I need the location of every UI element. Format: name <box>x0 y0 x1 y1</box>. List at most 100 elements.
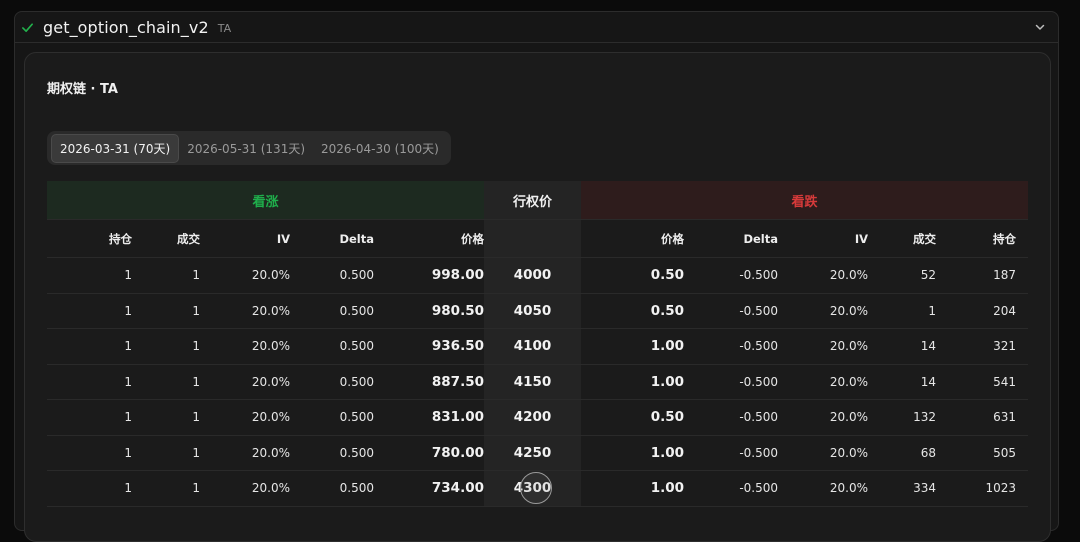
call-price-cell: 936.50 <box>431 338 484 355</box>
tool-badge: TA <box>217 21 232 35</box>
call-price-cell: 831.00 <box>431 409 484 426</box>
put-delta-cell: -0.500 <box>739 303 778 318</box>
put-volume-cell: 1 <box>928 303 936 318</box>
table-row: 1 1 20.0% 0.500 780.00 4250 1.00 -0.500 20.0% 68 5… <box>47 435 1028 471</box>
put-iv-cell: 20.0% <box>829 268 868 283</box>
option-chain-table: 看涨 行权价 看跌 持仓 成交 IV Delta 价格 价格 Delta IV … <box>47 181 1028 507</box>
put-price-cell: 1.00 <box>650 480 684 497</box>
call-delta-cell: 0.500 <box>339 339 374 354</box>
call-iv-cell: 20.0% <box>251 481 290 496</box>
put-volume-cell: 14 <box>920 374 936 389</box>
call-oi-cell: 1 <box>124 410 132 425</box>
option-chain-card: 期权链 · TA 2026-03-31 (70天) 2026-05-31 (13… <box>24 52 1051 542</box>
put-volume-cell: 334 <box>913 481 936 496</box>
header-put-oi: 持仓 <box>993 231 1016 246</box>
table-row: 1 1 20.0% 0.500 936.50 4100 1.00 -0.500 20.0% 14 3… <box>47 329 1028 365</box>
call-iv-cell: 20.0% <box>251 268 290 283</box>
header-put-iv: IV <box>854 231 868 246</box>
group-header-row: 看涨 行权价 看跌 <box>47 181 1028 220</box>
table-body: 1 1 20.0% 0.500 998.00 4000 0.50 -0.500 20.0% 52 1… <box>47 258 1028 507</box>
call-volume-cell: 1 <box>192 268 200 283</box>
put-volume-cell: 68 <box>920 445 936 460</box>
call-oi-cell: 1 <box>124 339 132 354</box>
put-iv-cell: 20.0% <box>829 339 868 354</box>
call-iv-cell: 20.0% <box>251 445 290 460</box>
call-price-cell: 780.00 <box>431 444 484 461</box>
header-put-price: 价格 <box>661 231 684 246</box>
put-price-cell: 0.50 <box>650 267 684 284</box>
put-iv-cell: 20.0% <box>829 374 868 389</box>
call-price-cell: 887.50 <box>431 373 484 390</box>
header-call-iv: IV <box>276 231 290 246</box>
put-oi-cell: 321 <box>993 339 1016 354</box>
put-iv-cell: 20.0% <box>829 481 868 496</box>
table-row: 1 1 20.0% 0.500 980.50 4050 0.50 -0.500 20.0% 1 20… <box>47 293 1028 329</box>
tab-expiry-2[interactable]: 2026-04-30 (100天) <box>313 135 447 162</box>
tool-call-panel: get_option_chain_v2 TA 期权链 · TA 2026-03-… <box>14 11 1059 542</box>
call-delta-cell: 0.500 <box>339 410 374 425</box>
call-volume-cell: 1 <box>192 410 200 425</box>
table-row: 1 1 20.0% 0.500 998.00 4000 0.50 -0.500 20.0% 52 1… <box>47 258 1028 294</box>
tab-expiry-1[interactable]: 2026-05-31 (131天) <box>179 135 313 162</box>
put-delta-cell: -0.500 <box>739 481 778 496</box>
strike-cell: 4050 <box>484 293 581 328</box>
header-strike <box>484 220 581 257</box>
call-iv-cell: 20.0% <box>251 410 290 425</box>
header-call-volume: 成交 <box>177 231 200 246</box>
put-price-cell: 1.00 <box>650 444 684 461</box>
strike-cell: 4250 <box>484 435 581 470</box>
call-group-label: 看涨 <box>47 181 484 219</box>
column-header-row: 持仓 成交 IV Delta 价格 价格 Delta IV 成交 持仓 <box>47 220 1028 258</box>
put-volume-cell: 132 <box>913 410 936 425</box>
put-delta-cell: -0.500 <box>739 268 778 283</box>
call-delta-cell: 0.500 <box>339 445 374 460</box>
put-iv-cell: 20.0% <box>829 410 868 425</box>
call-price-cell: 980.50 <box>431 302 484 319</box>
put-oi-cell: 1023 <box>985 481 1016 496</box>
put-group-label: 看跌 <box>581 181 1028 219</box>
chevron-down-icon[interactable] <box>1034 20 1048 34</box>
header-call-oi: 持仓 <box>109 231 132 246</box>
call-delta-cell: 0.500 <box>339 481 374 496</box>
strike-cell: 4100 <box>484 329 581 364</box>
strike-cell: 4200 <box>484 400 581 435</box>
header-call-price: 价格 <box>461 231 484 246</box>
tab-expiry-0[interactable]: 2026-03-31 (70天) <box>51 133 180 163</box>
put-iv-cell: 20.0% <box>829 445 868 460</box>
put-price-cell: 1.00 <box>650 338 684 355</box>
call-volume-cell: 1 <box>192 339 200 354</box>
call-volume-cell: 1 <box>192 481 200 496</box>
put-delta-cell: -0.500 <box>739 374 778 389</box>
header-call-delta: Delta <box>339 231 374 246</box>
tool-call-header[interactable]: get_option_chain_v2 TA <box>15 12 1058 43</box>
header-put-delta: Delta <box>743 231 778 246</box>
call-volume-cell: 1 <box>192 303 200 318</box>
call-delta-cell: 0.500 <box>339 303 374 318</box>
strike-group-label: 行权价 <box>484 181 581 219</box>
put-volume-cell: 52 <box>920 268 936 283</box>
call-iv-cell: 20.0% <box>251 374 290 389</box>
tool-name: get_option_chain_v2 <box>43 17 209 37</box>
call-volume-cell: 1 <box>192 374 200 389</box>
call-iv-cell: 20.0% <box>251 339 290 354</box>
call-oi-cell: 1 <box>124 268 132 283</box>
put-oi-cell: 541 <box>993 374 1016 389</box>
call-oi-cell: 1 <box>124 445 132 460</box>
strike-cell: 4000 <box>484 258 581 293</box>
check-icon <box>21 20 35 34</box>
put-delta-cell: -0.500 <box>739 339 778 354</box>
call-iv-cell: 20.0% <box>251 303 290 318</box>
put-oi-cell: 631 <box>993 410 1016 425</box>
put-iv-cell: 20.0% <box>829 303 868 318</box>
call-delta-cell: 0.500 <box>339 268 374 283</box>
call-volume-cell: 1 <box>192 445 200 460</box>
put-volume-cell: 14 <box>920 339 936 354</box>
cursor-indicator <box>520 472 552 504</box>
put-price-cell: 1.00 <box>650 373 684 390</box>
strike-cell: 4150 <box>484 364 581 399</box>
put-oi-cell: 505 <box>993 445 1016 460</box>
table-row: 1 1 20.0% 0.500 831.00 4200 0.50 -0.500 20.0% 132… <box>47 400 1028 436</box>
table-row: 1 1 20.0% 0.500 887.50 4150 1.00 -0.500 20.0% 14 5… <box>47 364 1028 400</box>
put-price-cell: 0.50 <box>650 409 684 426</box>
call-delta-cell: 0.500 <box>339 374 374 389</box>
